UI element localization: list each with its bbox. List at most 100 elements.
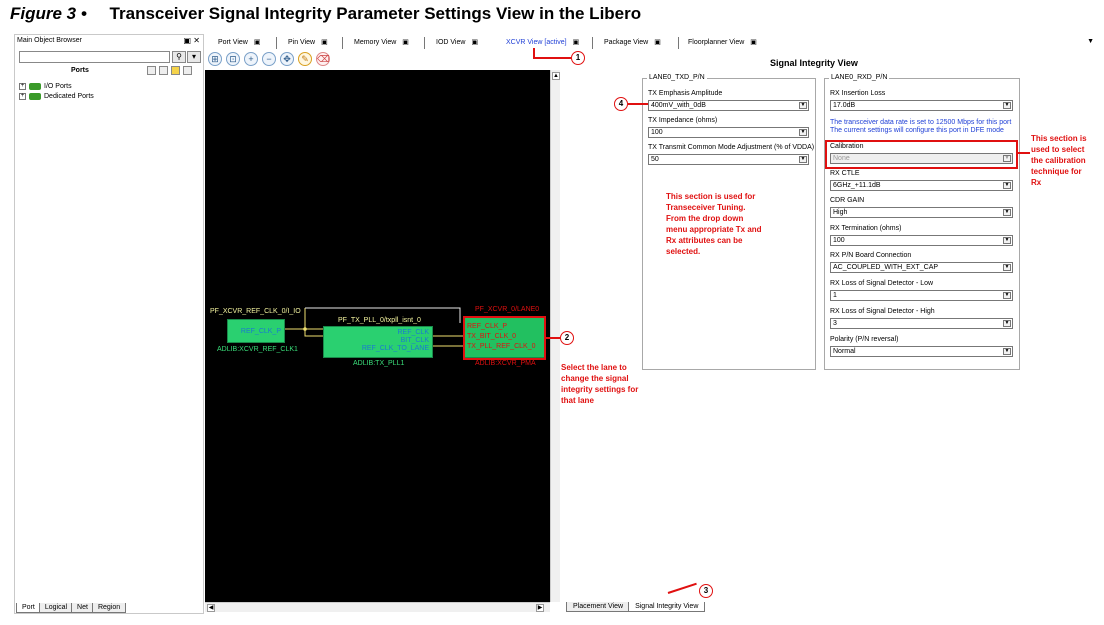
zoom-out-icon[interactable]: − [262, 52, 276, 66]
canvas-horizontal-scrollbar[interactable]: ◀ ▶ [205, 602, 550, 612]
pin-icon[interactable]: ▣ [254, 39, 261, 46]
chevron-down-icon: ▼ [799, 102, 807, 109]
tab-package-view[interactable]: Package View ▣ [604, 38, 661, 46]
tree-item-dedicated-ports[interactable]: + Dedicated Ports [19, 91, 94, 101]
tab-placement-view[interactable]: Placement View [566, 602, 631, 612]
rx-board-connection-select[interactable]: AC_COUPLED_WITH_EXT_CAP ▼ [830, 262, 1013, 273]
expand-icon[interactable]: + [19, 82, 26, 90]
ref-clk-pin: REF_CLK_P [240, 328, 281, 335]
lane-caption: ADLIB:XCVR_PMA [475, 360, 536, 367]
tab-list-dropdown-icon[interactable]: ▼ [1087, 38, 1094, 45]
tx-common-mode-select[interactable]: 50 ▼ [648, 154, 809, 165]
eraser-icon[interactable]: ⌫ [316, 52, 330, 66]
canvas-vertical-scrollbar[interactable]: ▲ [550, 70, 560, 602]
pin-icon[interactable]: ▣ [573, 39, 580, 46]
pin-icon[interactable]: ▣ [321, 39, 328, 46]
ref-clk-title: PF_XCVR_REF_CLK_0/I_IO [210, 308, 301, 315]
main-object-browser: Main Object Browser ▣ ✕ ⚲ ▾ Ports + I/O … [14, 34, 204, 614]
annotation-leader-2 [546, 337, 560, 339]
view-tabs: Port View ▣ Pin View ▣ Memory View ▣ IOD Vi… [212, 36, 1098, 50]
columns-icon[interactable] [159, 66, 168, 75]
tab-floorplanner-view[interactable]: Floorplanner View ▣ [688, 38, 757, 46]
pencil-icon[interactable]: ✎ [298, 52, 312, 66]
tab-net[interactable]: Net [71, 603, 94, 613]
scroll-right-icon[interactable]: ▶ [536, 604, 544, 612]
info-icon[interactable] [183, 66, 192, 75]
rx-los-low-select[interactable]: 1 ▼ [830, 290, 1013, 301]
si-title: Signal Integrity View [770, 58, 858, 68]
expand-icon[interactable]: + [19, 92, 26, 100]
rx-termination-select[interactable]: 100 ▼ [830, 235, 1013, 246]
pin-icon[interactable]: ▣ [402, 39, 409, 46]
canvas-toolbar: ⊞ ⊡ + − ✥ ✎ ⌫ [208, 52, 330, 68]
chevron-down-icon: ▼ [1003, 102, 1011, 109]
tx-group-title: LANE0_TXD_P/N [647, 74, 707, 81]
ref-clk-block[interactable]: REF_CLK_P [227, 319, 285, 343]
chevron-down-icon: ▼ [799, 129, 807, 136]
tab-port-view[interactable]: Port View ▣ [218, 38, 260, 46]
browser-tabs: Port Logical Net Region [16, 603, 127, 613]
pin-icon[interactable]: ▣ [471, 39, 478, 46]
scroll-left-icon[interactable]: ◀ [207, 604, 215, 612]
tab-port[interactable]: Port [16, 603, 41, 613]
tab-iod-view[interactable]: IOD View ▣ [436, 38, 478, 46]
cdr-gain-select[interactable]: High ▼ [830, 207, 1013, 218]
scroll-up-icon[interactable]: ▲ [552, 72, 560, 80]
fit-all-icon[interactable]: ✥ [280, 52, 294, 66]
tab-signal-integrity-view[interactable]: Signal Integrity View [628, 602, 706, 612]
pin-icon[interactable]: ▣ [750, 39, 757, 46]
port-icon [29, 92, 41, 100]
search-icon[interactable]: ⚲ [172, 51, 186, 63]
port-icon [29, 82, 41, 90]
tab-memory-view[interactable]: Memory View ▣ [354, 38, 409, 46]
rx-insertion-loss-select[interactable]: 17.0dB ▼ [830, 100, 1013, 111]
browser-search-input[interactable] [19, 51, 170, 63]
browser-title: Main Object Browser [17, 37, 82, 44]
rx-group-title: LANE0_RXD_P/N [829, 74, 890, 81]
tab-pin-view[interactable]: Pin View ▣ [288, 38, 328, 46]
tuning-note: This section is used for Transeceiver Tu… [666, 192, 762, 256]
figure-title: Transceiver Signal Integrity Parameter S… [109, 4, 642, 23]
chevron-down-icon: ▼ [1003, 237, 1011, 244]
zoom-in-icon[interactable]: + [244, 52, 258, 66]
pll-caption: ADLIB:TX_PLL1 [353, 360, 405, 367]
pll-title: PF_TX_PLL_0/txpll_isnt_0 [338, 317, 421, 324]
bottom-view-tabs: Placement View Signal Integrity View [566, 602, 706, 613]
pin-icon[interactable]: ▣ [654, 39, 661, 46]
signal-integrity-panel: Signal Integrity View LANE0_TXD_P/N TX E… [562, 52, 1098, 600]
tab-logical[interactable]: Logical [38, 603, 74, 613]
annotation-leader-1b [533, 57, 571, 59]
annotation-leader-4 [628, 103, 648, 105]
search-dropdown-icon[interactable]: ▾ [187, 51, 201, 63]
tx-impedance-select[interactable]: 100 ▼ [648, 127, 809, 138]
edit-icon[interactable] [171, 66, 180, 75]
chevron-down-icon: ▼ [1003, 348, 1011, 355]
marker-2: 2 [560, 331, 574, 345]
rx-group: LANE0_RXD_P/N RX Insertion Loss 17.0dB ▼ … [824, 74, 1020, 370]
tx-emphasis-select[interactable]: 400mV_with_0dB ▼ [648, 100, 809, 111]
zoom-fit-icon[interactable]: ⊞ [208, 52, 222, 66]
tab-region[interactable]: Region [91, 603, 127, 613]
chevron-down-icon: ▼ [1003, 209, 1011, 216]
marker-3: 3 [699, 584, 713, 598]
lane-note: Select the lane to change the signal int… [561, 363, 639, 405]
tree-label: I/O Ports [44, 82, 72, 90]
annotation-leader-calib [1018, 152, 1030, 154]
tab-xcvr-view[interactable]: XCVR View [active] ▣ [506, 38, 579, 46]
tx-pll-block[interactable]: REF_CLK BIT_CLK REF_CLK_TO_LANE [323, 326, 433, 358]
zoom-selection-icon[interactable]: ⊡ [226, 52, 240, 66]
figure-number: Figure 3 • [10, 4, 87, 23]
calibration-highlight-box [825, 140, 1018, 169]
chevron-down-icon: ▼ [799, 156, 807, 163]
chevron-down-icon: ▼ [1003, 182, 1011, 189]
rx-ctle-select[interactable]: 6GHz_+11.1dB ▼ [830, 180, 1013, 191]
rx-los-high-select[interactable]: 3 ▼ [830, 318, 1013, 329]
filter-icon[interactable] [147, 66, 156, 75]
pin-close-icon[interactable]: ▣ ✕ [184, 36, 200, 45]
polarity-select[interactable]: Normal ▼ [830, 346, 1013, 357]
marker-4: 4 [614, 97, 628, 111]
tree-item-io-ports[interactable]: + I/O Ports [19, 81, 72, 91]
chevron-down-icon: ▼ [1003, 320, 1011, 327]
ref-clk-caption: ADLIB:XCVR_REF_CLK1 [217, 346, 298, 353]
calibration-note: This section is used to select the calib… [1031, 134, 1087, 187]
